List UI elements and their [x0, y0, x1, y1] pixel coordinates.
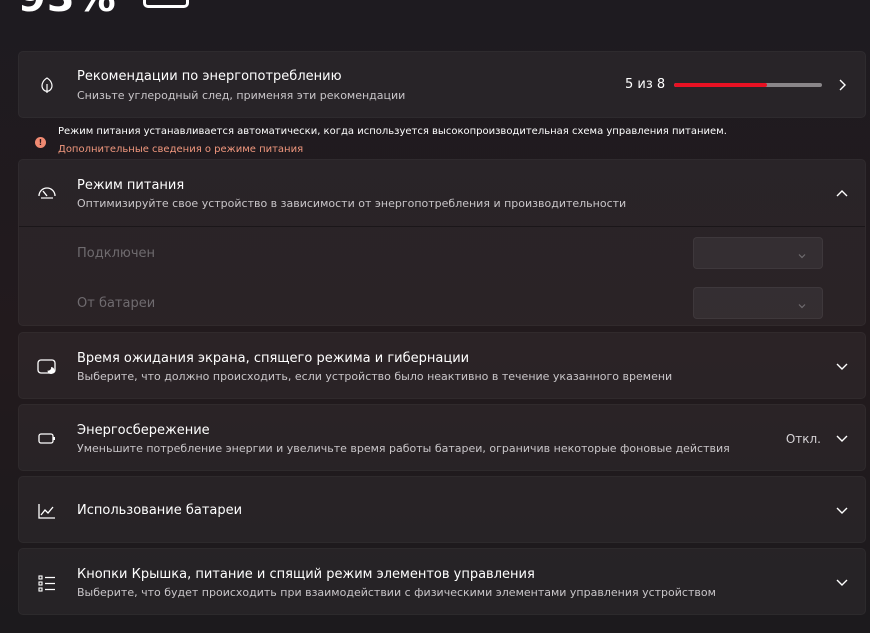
list-icon	[37, 573, 57, 593]
chevron-down-icon[interactable]	[835, 504, 849, 518]
gauge-icon	[37, 183, 57, 203]
recommendations-progress-fill	[674, 83, 767, 87]
screen-sleep-title: Время ожидания экрана, спящего режима и …	[77, 351, 470, 366]
lid-power-buttons-subtitle: Выберите, что будет происходить при взаи…	[77, 586, 716, 599]
energy-saver-title: Энергосбережение	[77, 423, 210, 438]
energy-saver-status: Откл.	[785, 432, 821, 446]
battery-saver-icon	[37, 429, 57, 449]
power-mode-card: Режим питания Оптимизируйте свое устройс…	[18, 159, 866, 326]
chevron-down-icon[interactable]	[835, 576, 849, 590]
plugged-in-label: Подключен	[77, 246, 155, 261]
chevron-down-icon	[796, 297, 808, 309]
battery-percent: 93%	[18, 0, 117, 18]
recommendations-progress-bar	[674, 83, 822, 87]
power-mode-info-link[interactable]: Дополнительные сведения о режиме питания	[58, 144, 303, 155]
screen-sleep-row[interactable]: Время ожидания экрана, спящего режима и …	[19, 333, 865, 398]
battery-usage-title: Использование батареи	[77, 503, 243, 518]
on-battery-label: От батареи	[77, 296, 156, 311]
power-mode-header[interactable]: Режим питания Оптимизируйте свое устройс…	[19, 160, 865, 227]
lid-power-buttons-card[interactable]: Кнопки Крышка, питание и спящий режим эл…	[18, 548, 866, 615]
warning-icon: !	[35, 137, 46, 148]
energy-saver-card[interactable]: Энергосбережение Уменьшите потребление э…	[18, 404, 866, 471]
chevron-down-icon[interactable]	[835, 432, 849, 446]
power-mode-title: Режим питания	[77, 178, 185, 193]
chart-line-icon	[37, 501, 57, 521]
battery-header: 93%	[18, 0, 189, 18]
screen-sleep-subtitle: Выберите, что должно происходить, если у…	[77, 370, 673, 383]
battery-icon	[142, 0, 189, 8]
energy-recommendations-title: Рекомендации по энергопотреблению	[77, 69, 342, 84]
chevron-down-icon[interactable]	[835, 360, 849, 374]
chevron-right-icon[interactable]	[835, 78, 849, 92]
chevron-down-icon	[796, 247, 808, 259]
screen-sleep-icon	[37, 357, 57, 377]
energy-recommendations-subtitle: Снизьте углеродный след, применяя эти ре…	[77, 89, 406, 102]
on-battery-mode-dropdown[interactable]	[693, 287, 823, 319]
power-mode-subtitle: Оптимизируйте свое устройство в зависимо…	[77, 197, 627, 210]
leaf-icon	[37, 75, 57, 95]
energy-saver-subtitle: Уменьшите потребление энергии и увеличьт…	[77, 442, 730, 455]
lid-power-buttons-title: Кнопки Крышка, питание и спящий режим эл…	[77, 567, 535, 582]
chevron-up-icon[interactable]	[835, 186, 849, 200]
lid-power-buttons-row[interactable]: Кнопки Крышка, питание и спящий режим эл…	[19, 549, 865, 614]
recommendations-progress-label: 5 из 8	[625, 77, 666, 92]
screen-sleep-card[interactable]: Время ожидания экрана, спящего режима и …	[18, 332, 866, 399]
energy-saver-row[interactable]: Энергосбережение Уменьшите потребление э…	[19, 405, 865, 470]
energy-recommendations-card[interactable]: Рекомендации по энергопотреблению Снизьт…	[18, 51, 866, 118]
battery-usage-card[interactable]: Использование батареи	[18, 476, 866, 543]
battery-usage-row[interactable]: Использование батареи	[19, 477, 865, 542]
power-mode-notice: Режим питания устанавливается автоматиче…	[58, 126, 727, 137]
plugged-in-mode-dropdown[interactable]	[693, 237, 823, 269]
energy-recommendations-row[interactable]: Рекомендации по энергопотреблению Снизьт…	[19, 52, 865, 117]
